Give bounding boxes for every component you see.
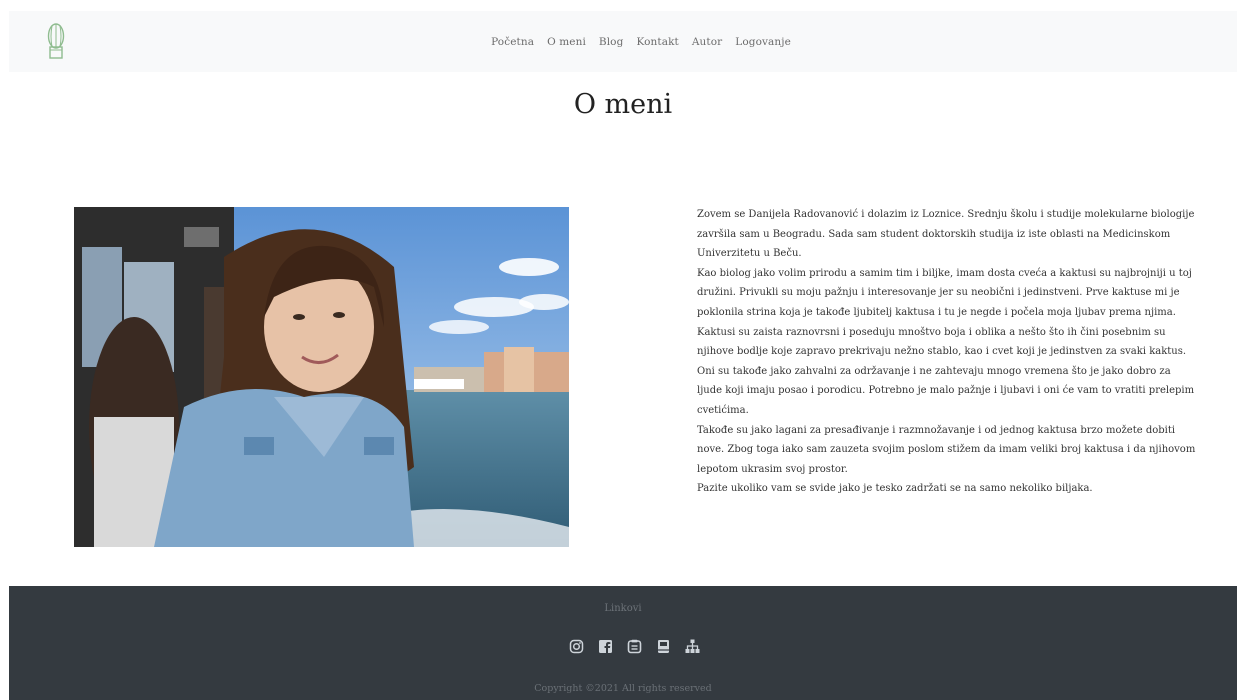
nav-link-blog[interactable]: Blog [599, 36, 624, 48]
navbar: Početna O meni Blog Kontakt Autor Logova… [9, 11, 1237, 72]
about-text: Zovem se Danijela Radovanović i dolazim … [697, 205, 1197, 499]
about-paragraph-5: Pazite ukoliko vam se svide jako je tesk… [697, 483, 1093, 495]
sitemap-icon[interactable] [685, 639, 700, 654]
about-paragraph-3: Kaktusi su zaista raznovrsni i poseduju … [697, 326, 1195, 416]
footer-links [9, 639, 1237, 657]
facebook-icon[interactable] [598, 639, 613, 654]
about-paragraph-1: Zovem se Danijela Radovanović i dolazim … [697, 209, 1195, 260]
document-icon[interactable] [627, 639, 642, 654]
book-icon[interactable] [656, 639, 671, 654]
nav-link-pocetna[interactable]: Početna [491, 36, 534, 48]
main-nav: Početna O meni Blog Kontakt Autor Logova… [9, 11, 1237, 72]
nav-link-kontakt[interactable]: Kontakt [636, 36, 678, 48]
about-paragraph-4: Takođe su jako lagani za presađivanje i … [697, 424, 1196, 475]
nav-link-autor[interactable]: Autor [692, 36, 722, 48]
nav-link-logovanje[interactable]: Logovanje [735, 36, 791, 48]
footer: Linkovi Copyright ©2021 All rights reser… [9, 586, 1237, 700]
copyright-text: Copyright ©2021 All rights reserved [534, 683, 712, 694]
about-paragraph-2: Kao biolog jako volim prirodu a samim ti… [697, 267, 1192, 318]
nav-link-o-meni[interactable]: O meni [547, 36, 586, 48]
instagram-icon[interactable] [569, 639, 584, 654]
page-title: O meni [573, 89, 673, 120]
profile-photo [74, 207, 569, 547]
footer-heading: Linkovi [604, 603, 642, 614]
